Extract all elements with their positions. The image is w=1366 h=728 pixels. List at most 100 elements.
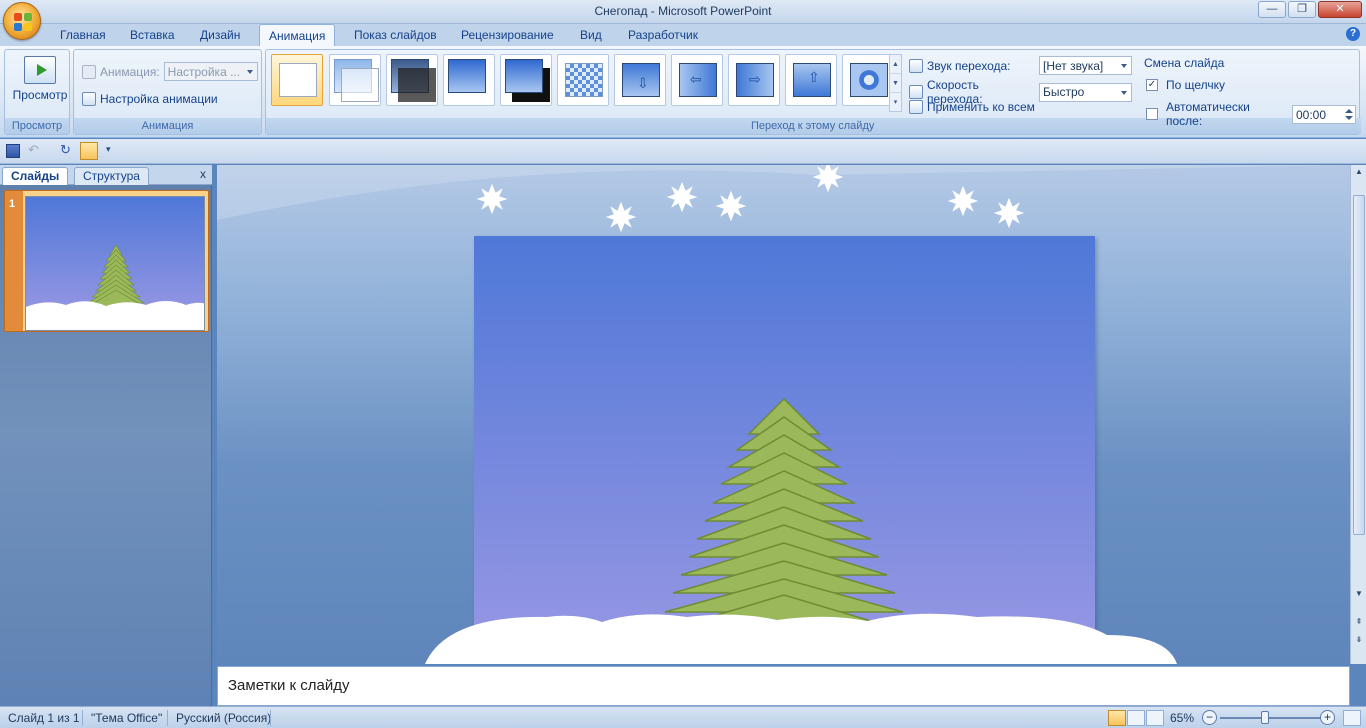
gallery-up-icon[interactable]: ▲: [890, 55, 901, 74]
auto-after-checkbox[interactable]: [1146, 108, 1158, 120]
group-label-preview: Просмотр: [5, 118, 69, 134]
qat-dropdown-icon[interactable]: ▾: [106, 144, 120, 158]
previous-slide-icon[interactable]: ⇞: [1353, 617, 1365, 629]
animation-combo[interactable]: Настройка ...: [163, 62, 258, 81]
transition-cut-black[interactable]: [500, 54, 552, 106]
title-bar: Снегопад - Microsoft PowerPoint — ❐ ✕: [0, 0, 1366, 24]
snowflake-7[interactable]: [993, 197, 1025, 229]
minimize-button[interactable]: —: [1258, 1, 1286, 18]
slideshow-view-icon[interactable]: [1146, 710, 1164, 726]
snowflake-6[interactable]: [947, 185, 979, 217]
transition-cut[interactable]: [443, 54, 495, 106]
language-indicator[interactable]: Русский (Россия): [176, 711, 271, 725]
snow-drift[interactable]: [425, 613, 1177, 664]
speed-icon: [909, 85, 923, 99]
zoom-out-icon[interactable]: −: [1202, 710, 1217, 725]
animation-combo-value: Настройка ...: [167, 64, 241, 79]
status-divider: [270, 710, 271, 726]
preview-button[interactable]: Просмотр: [9, 54, 71, 114]
tab-view[interactable]: Вид: [580, 28, 602, 42]
transition-none[interactable]: [271, 54, 323, 106]
close-panel-icon[interactable]: x: [200, 167, 206, 181]
preview-button-label: Просмотр: [12, 88, 68, 102]
spin-down-icon[interactable]: [1345, 115, 1353, 120]
custom-animation-icon: [82, 92, 96, 106]
animation-icon: [82, 64, 96, 79]
vertical-scrollbar[interactable]: ▲ ▼ ⇞ ⇟: [1350, 165, 1366, 664]
transition-wipe-left[interactable]: ⇦: [671, 54, 723, 106]
zoom-slider[interactable]: [1220, 717, 1320, 719]
chevron-down-icon: [1121, 90, 1127, 95]
slides-panel: Слайды Структура x 1: [0, 165, 212, 706]
snowflake-3[interactable]: [666, 181, 698, 213]
advance-title: Смена слайда: [1144, 56, 1224, 70]
undo-icon[interactable]: ↶: [28, 143, 42, 158]
help-icon[interactable]: ?: [1346, 27, 1360, 41]
tab-insert[interactable]: Вставка: [130, 28, 175, 42]
group-preview: Просмотр Просмотр: [4, 49, 70, 135]
gallery-more-icon[interactable]: ▾: [890, 93, 901, 112]
theme-name[interactable]: "Тема Office": [91, 711, 162, 725]
transition-speed-value: Быстро: [1043, 85, 1085, 99]
scroll-down-icon[interactable]: ▼: [1353, 589, 1365, 601]
on-click-option[interactable]: ✓ По щелчку: [1146, 78, 1225, 92]
status-bar: Слайд 1 из 1 "Тема Office" Русский (Росс…: [0, 706, 1366, 728]
transition-wheel[interactable]: [842, 54, 894, 106]
spin-up-icon[interactable]: [1345, 108, 1353, 113]
notes-pane[interactable]: Заметки к слайду: [217, 666, 1350, 706]
tab-slideshow[interactable]: Показ слайдов: [354, 28, 437, 42]
zoom-slider-knob[interactable]: [1261, 711, 1269, 724]
transition-dissolve[interactable]: [557, 54, 609, 106]
transition-gallery: ⇩ ⇦ ⇨ ⇧: [268, 49, 904, 115]
tab-outline[interactable]: Структура: [74, 167, 149, 185]
snowflake-2[interactable]: [605, 201, 637, 233]
window-controls: — ❐ ✕: [1258, 1, 1362, 18]
gallery-down-icon[interactable]: ▼: [890, 74, 901, 93]
next-slide-icon[interactable]: ⇟: [1353, 635, 1365, 647]
custom-animation-label: Настройка анимации: [100, 92, 218, 106]
customize-tool-icon[interactable]: [80, 142, 98, 160]
scroll-up-icon[interactable]: ▲: [1353, 167, 1365, 179]
group-animation: Анимация: Настройка ... Настройка анимац…: [73, 49, 262, 135]
slide-thumbnail-item[interactable]: 1: [4, 190, 209, 332]
slide-thumbnail[interactable]: [25, 196, 205, 331]
window-title: Снегопад - Microsoft PowerPoint: [594, 4, 772, 18]
chevron-down-icon: [1121, 64, 1127, 68]
close-button[interactable]: ✕: [1318, 1, 1362, 18]
zoom-in-icon[interactable]: +: [1320, 710, 1335, 725]
office-button[interactable]: [3, 2, 41, 40]
transition-wipe-right[interactable]: ⇨: [728, 54, 780, 106]
redo-icon[interactable]: ↻: [60, 143, 74, 158]
on-click-checkbox[interactable]: ✓: [1146, 79, 1158, 91]
transition-fade-black[interactable]: [386, 54, 438, 106]
tab-home[interactable]: Главная: [60, 28, 106, 42]
snowflake-1[interactable]: [476, 183, 508, 215]
auto-after-option: Автоматически после: 00:00: [1146, 100, 1356, 128]
slides-panel-tabs: Слайды Структура x: [0, 165, 212, 185]
tab-review[interactable]: Рецензирование: [461, 28, 554, 42]
tab-slides[interactable]: Слайды: [2, 167, 69, 185]
transition-fade-smooth[interactable]: [329, 54, 381, 106]
transition-wipe-up[interactable]: ⇧: [785, 54, 837, 106]
auto-after-time-input[interactable]: 00:00: [1292, 104, 1356, 124]
transition-sound-combo[interactable]: [Нет звука]: [1039, 56, 1132, 75]
tab-animations[interactable]: Анимация: [259, 24, 336, 47]
transition-wipe-down[interactable]: ⇩: [614, 54, 666, 106]
zoom-level[interactable]: 65%: [1170, 711, 1194, 725]
maximize-button[interactable]: ❐: [1288, 1, 1316, 18]
snowflake-4[interactable]: [715, 190, 747, 222]
transition-speed-combo[interactable]: Быстро: [1039, 82, 1132, 102]
gallery-scroll[interactable]: ▲ ▼ ▾: [889, 54, 902, 112]
tab-design[interactable]: Дизайн: [200, 28, 240, 42]
fit-to-window-icon[interactable]: [1343, 710, 1361, 726]
normal-view-icon[interactable]: [1108, 710, 1126, 726]
scroll-thumb[interactable]: [1353, 195, 1365, 535]
slide-sorter-view-icon[interactable]: [1127, 710, 1145, 726]
tab-developer[interactable]: Разработчик: [628, 28, 698, 42]
save-icon[interactable]: [6, 144, 20, 158]
apply-to-all-button[interactable]: Применить ко всем: [909, 100, 1035, 114]
custom-animation-button[interactable]: Настройка анимации: [82, 92, 218, 106]
notes-placeholder[interactable]: Заметки к слайду: [228, 677, 350, 694]
group-label-animation: Анимация: [74, 118, 261, 134]
slide-editing-area[interactable]: [217, 165, 1350, 664]
